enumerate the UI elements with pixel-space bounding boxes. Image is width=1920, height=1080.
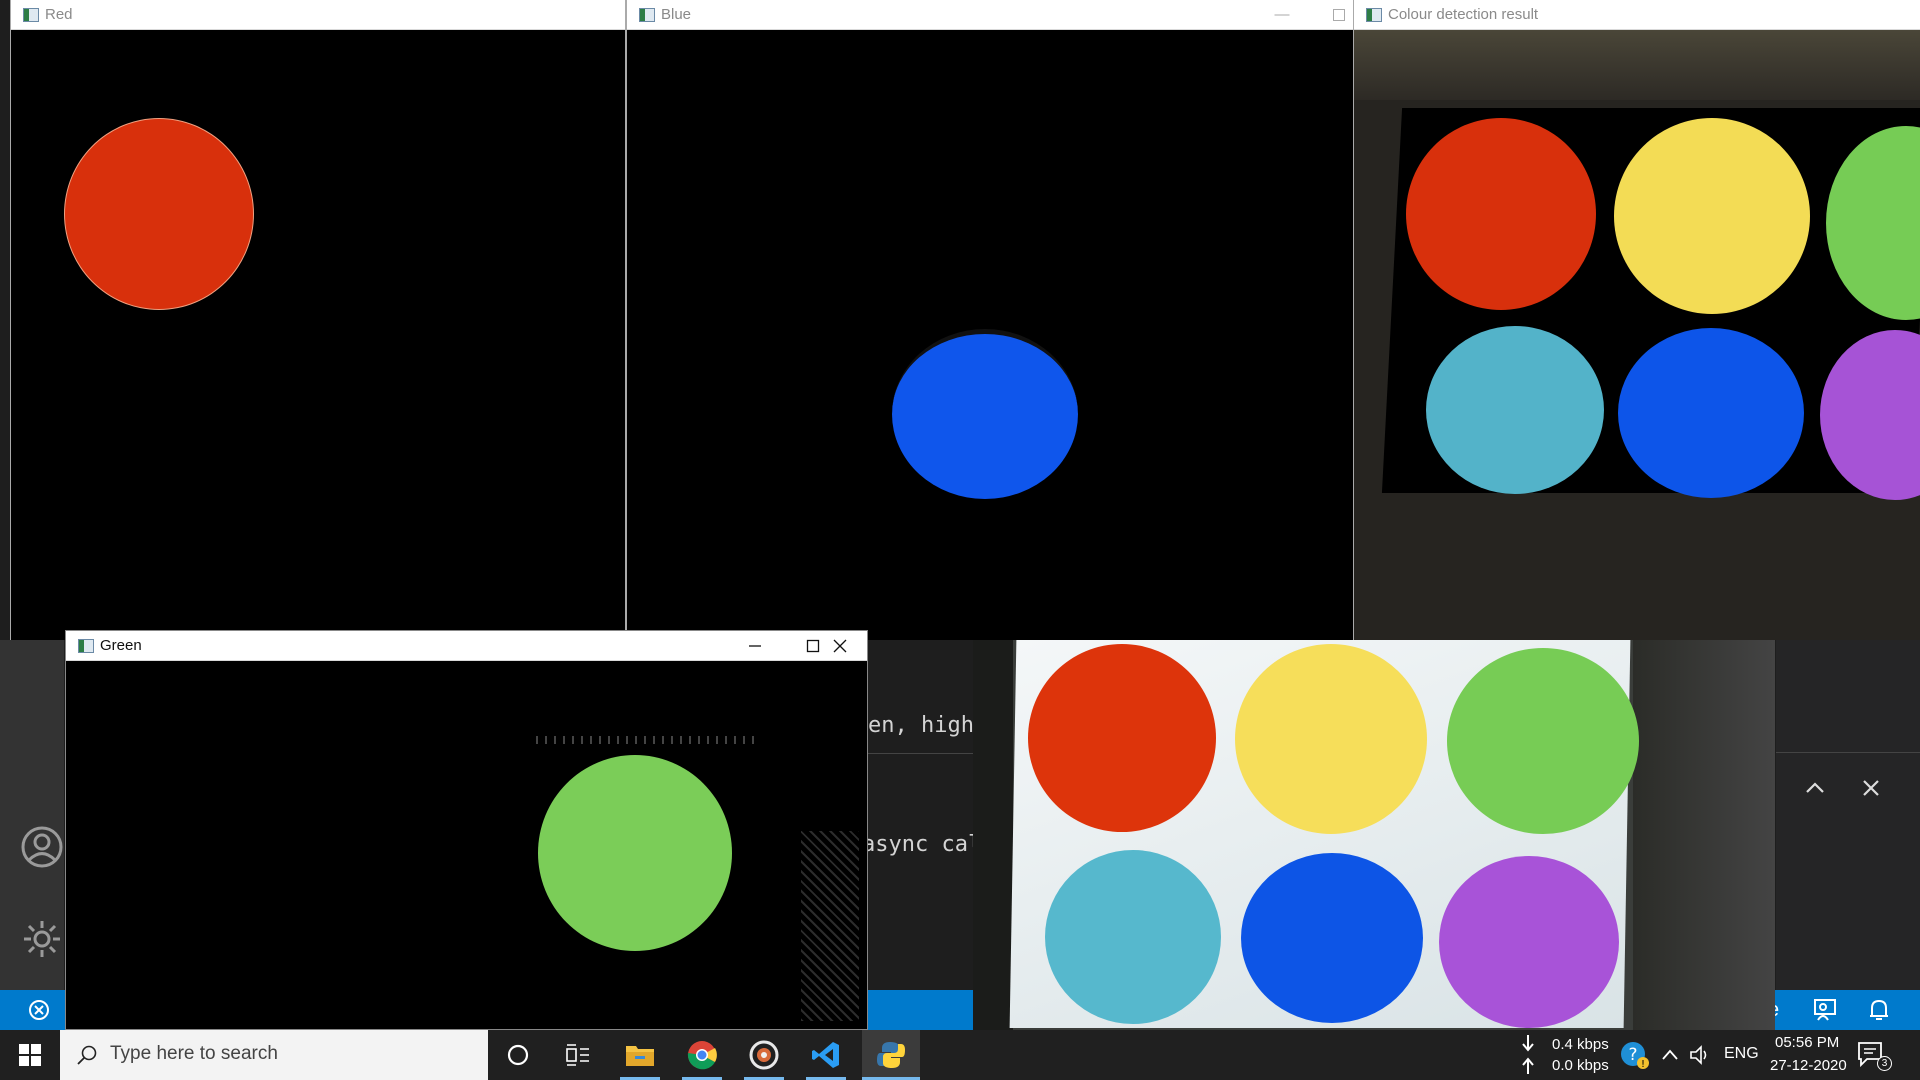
- opencv-window-icon: [639, 8, 655, 22]
- opencv-window-icon: [23, 8, 39, 22]
- red-window-title: Red: [45, 6, 73, 23]
- chevron-up-icon[interactable]: [1803, 778, 1827, 798]
- help-warning-icon[interactable]: ?!: [1620, 1040, 1650, 1070]
- green-noise-right: [801, 831, 859, 1021]
- show-hidden-icons-chevron[interactable]: [1660, 1045, 1680, 1065]
- action-center-icon[interactable]: 3: [1856, 1040, 1892, 1072]
- blue-mask-window[interactable]: Blue —: [626, 0, 1353, 640]
- minimize-icon[interactable]: [726, 631, 784, 661]
- green-mask-window[interactable]: Green: [65, 630, 868, 1030]
- code-line-1[interactable]: en, high: [868, 713, 974, 738]
- net-up-speed: 0.0 kbps: [1552, 1057, 1609, 1074]
- blue-window-title: Blue: [661, 6, 692, 23]
- board-purple-disc: [1439, 856, 1619, 1028]
- task-view-icon[interactable]: [548, 1030, 608, 1080]
- editor-divider: [868, 753, 973, 754]
- board-blue-disc: [1241, 853, 1423, 1023]
- notification-count-badge: 3: [1877, 1056, 1892, 1071]
- code-line-2[interactable]: async cal: [862, 832, 981, 857]
- clock-time[interactable]: 05:56 PM: [1775, 1034, 1839, 1051]
- net-down-icon: [1521, 1034, 1535, 1054]
- chrome-icon[interactable]: [672, 1030, 732, 1080]
- language-indicator[interactable]: ENG: [1724, 1045, 1759, 1063]
- red-mask-window[interactable]: Red: [10, 0, 626, 640]
- green-window-title: Green: [100, 637, 142, 654]
- minimize-icon[interactable]: —: [1253, 0, 1311, 30]
- green-noise-strip: [536, 736, 756, 744]
- file-explorer-icon[interactable]: [610, 1030, 670, 1080]
- board-yellow-disc: [1235, 644, 1427, 834]
- manage-gear-icon[interactable]: [20, 917, 64, 961]
- blue-window-titlebar[interactable]: Blue —: [627, 0, 1353, 30]
- board-cyan-disc: [1045, 850, 1221, 1024]
- svg-text:?: ?: [1628, 1045, 1637, 1065]
- panel-divider: [1776, 752, 1920, 753]
- green-window-titlebar[interactable]: Green: [66, 631, 867, 661]
- close-panel-icon[interactable]: [1860, 777, 1882, 799]
- clock-date[interactable]: 27-12-2020: [1770, 1057, 1847, 1074]
- board-red-disc: [1028, 644, 1216, 832]
- error-status-icon[interactable]: [28, 999, 50, 1021]
- webcam-right-shadow: [1633, 640, 1775, 1030]
- webcam-left-shadow: [973, 640, 1013, 1030]
- result-red-disc: [1406, 118, 1596, 310]
- green-detected-disc: [538, 755, 732, 951]
- net-down-speed: 0.4 kbps: [1552, 1036, 1609, 1053]
- opencv-window-icon: [1366, 8, 1382, 22]
- accounts-icon[interactable]: [20, 825, 64, 869]
- python-icon[interactable]: [862, 1030, 920, 1080]
- board-green-disc: [1447, 648, 1639, 834]
- result-window[interactable]: Colour detection result: [1353, 0, 1920, 640]
- webcam-frame-window[interactable]: [973, 640, 1775, 1030]
- volume-icon[interactable]: [1688, 1043, 1712, 1067]
- red-detected-disc: [64, 118, 254, 310]
- blue-detected-disc: [892, 329, 1078, 499]
- panel-area: [1776, 640, 1920, 990]
- result-blue-disc: [1618, 328, 1804, 498]
- result-window-titlebar[interactable]: Colour detection result: [1354, 0, 1920, 30]
- result-window-title: Colour detection result: [1388, 6, 1539, 23]
- notifications-bell-icon[interactable]: [1866, 997, 1892, 1023]
- close-icon[interactable]: [811, 631, 867, 661]
- result-cyan-disc: [1426, 326, 1604, 494]
- windows-start-icon[interactable]: [0, 1030, 60, 1080]
- cortana-icon[interactable]: [488, 1030, 548, 1080]
- svg-text:!: !: [1641, 1059, 1645, 1070]
- taskbar-search-box[interactable]: Type here to search: [60, 1030, 488, 1080]
- maximize-icon[interactable]: [1310, 0, 1353, 30]
- search-icon: [77, 1045, 97, 1065]
- result-yellow-disc: [1614, 118, 1810, 314]
- result-ceiling: [1354, 30, 1920, 100]
- media-app-icon[interactable]: [734, 1030, 794, 1080]
- opencv-window-icon: [78, 639, 94, 653]
- search-placeholder: Type here to search: [110, 1043, 278, 1064]
- red-window-titlebar[interactable]: Red: [11, 0, 625, 30]
- vscode-icon[interactable]: [796, 1030, 856, 1080]
- net-up-icon: [1521, 1055, 1535, 1075]
- feedback-icon[interactable]: [1812, 997, 1838, 1023]
